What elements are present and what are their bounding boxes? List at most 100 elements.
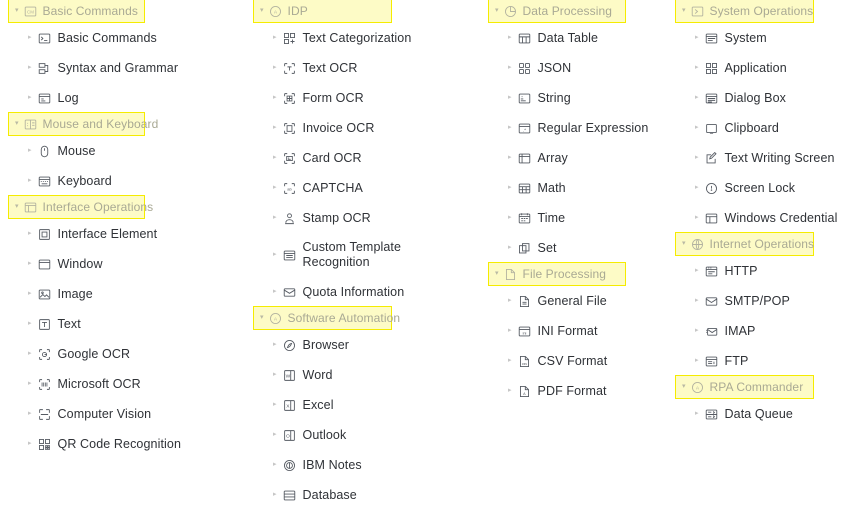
tree-item-regular-expression[interactable]: ▸ .* Regular Expression [488,113,673,143]
tree-item-window[interactable]: ▸ Window [8,249,245,279]
tree-item-log[interactable]: ▸ Log [8,83,245,113]
tree-item-pdf-format[interactable]: ▸ A PDF Format [488,376,673,406]
tree-item-text[interactable]: ▸ Text [8,309,245,339]
tree-group-header-data-processing[interactable]: ▾ Data Processing [488,0,626,23]
chevron-down-icon[interactable]: ▾ [682,7,686,14]
tree-item-csv-format[interactable]: ▸ csv CSV Format [488,346,673,376]
tree-item-ftp[interactable]: ▸ FTP [675,346,845,376]
chevron-right-icon[interactable]: ▸ [273,341,277,348]
tree-group-header-idp[interactable]: ▾ A IDP [253,0,392,23]
chevron-right-icon[interactable]: ▸ [28,147,32,154]
tree-item-json[interactable]: ▸ JSON [488,53,673,83]
chevron-right-icon[interactable]: ▸ [28,290,32,297]
chevron-right-icon[interactable]: ▸ [273,491,277,498]
chevron-right-icon[interactable]: ▸ [508,124,512,131]
chevron-right-icon[interactable]: ▸ [695,297,699,304]
chevron-right-icon[interactable]: ▸ [273,461,277,468]
chevron-right-icon[interactable]: ▸ [273,34,277,41]
chevron-right-icon[interactable]: ▸ [695,357,699,364]
chevron-right-icon[interactable]: ▸ [273,124,277,131]
tree-group-header-interface-operations[interactable]: ▾ Interface Operations [8,195,153,219]
chevron-right-icon[interactable]: ▸ [508,94,512,101]
tree-item-computer-vision[interactable]: ▸ Computer Vision [8,399,245,429]
tree-item-data-queue[interactable]: ▸ Data Queue [675,399,845,429]
chevron-right-icon[interactable]: ▸ [508,154,512,161]
tree-item-database[interactable]: ▸ Database [253,480,485,510]
tree-item-windows-credential[interactable]: ▸ Windows Credential [675,203,845,233]
tree-item-browser[interactable]: ▸ Browser [253,330,485,360]
tree-group-header-internet-operations[interactable]: ▾ Internet Operations [675,232,814,256]
chevron-right-icon[interactable]: ▸ [508,244,512,251]
chevron-right-icon[interactable]: ▸ [273,184,277,191]
tree-item-quota-information[interactable]: ▸ Quota Information [253,277,485,307]
chevron-right-icon[interactable]: ▸ [508,387,512,394]
tree-group-header-rpa-commander[interactable]: ▾ A RPA Commander [675,375,814,399]
chevron-down-icon[interactable]: ▾ [15,120,19,127]
tree-group-header-mouse-and-keyboard[interactable]: ▾ Mouse and Keyboard [8,112,158,136]
tree-item-stamp-ocr[interactable]: ▸ Stamp OCR [253,203,485,233]
tree-item-text-writing-screen[interactable]: ▸ Text Writing Screen [675,143,845,173]
chevron-right-icon[interactable]: ▸ [28,380,32,387]
tree-item-card-ocr[interactable]: ▸ Card OCR [253,143,485,173]
chevron-right-icon[interactable]: ▸ [695,214,699,221]
chevron-down-icon[interactable]: ▾ [260,314,264,321]
tree-item-text-categorization[interactable]: ▸ Text Categorization [253,23,485,53]
tree-group-header-basic-commands[interactable]: ▾ CM Basic Commands [8,0,145,23]
tree-item-word[interactable]: ▸ W Word [253,360,485,390]
chevron-right-icon[interactable]: ▸ [273,64,277,71]
tree-item-outlook[interactable]: ▸ O Outlook [253,420,485,450]
chevron-right-icon[interactable]: ▸ [28,320,32,327]
chevron-right-icon[interactable]: ▸ [273,214,277,221]
chevron-down-icon[interactable]: ▾ [682,240,686,247]
chevron-right-icon[interactable]: ▸ [28,94,32,101]
chevron-right-icon[interactable]: ▸ [508,327,512,334]
tree-item-dialog-box[interactable]: ▸ Dialog Box [675,83,845,113]
chevron-right-icon[interactable]: ▸ [695,184,699,191]
chevron-right-icon[interactable]: ▸ [273,94,277,101]
chevron-right-icon[interactable]: ▸ [695,327,699,334]
chevron-right-icon[interactable]: ▸ [695,410,699,417]
chevron-down-icon[interactable]: ▾ [682,383,686,390]
chevron-right-icon[interactable]: ▸ [508,214,512,221]
tree-item-keyboard[interactable]: ▸ Keyboard [8,166,245,196]
tree-item-screen-lock[interactable]: ▸ Screen Lock [675,173,845,203]
tree-item-interface-element[interactable]: ▸ Interface Element [8,219,245,249]
chevron-right-icon[interactable]: ▸ [273,371,277,378]
tree-item-time[interactable]: ▸ Time [488,203,673,233]
tree-item-excel[interactable]: ▸ X Excel [253,390,485,420]
chevron-right-icon[interactable]: ▸ [273,288,277,295]
chevron-right-icon[interactable]: ▸ [28,440,32,447]
chevron-right-icon[interactable]: ▸ [508,357,512,364]
tree-item-image[interactable]: ▸ Image [8,279,245,309]
chevron-down-icon[interactable]: ▾ [495,7,499,14]
chevron-right-icon[interactable]: ▸ [695,124,699,131]
tree-item-http[interactable]: ▸ HTTP [675,256,845,286]
tree-item-text-ocr[interactable]: ▸ Text OCR [253,53,485,83]
tree-item-smtp-pop[interactable]: ▸ SMTP/POP [675,286,845,316]
tree-item-ibm-notes[interactable]: ▸ IBM Notes [253,450,485,480]
chevron-right-icon[interactable]: ▸ [28,230,32,237]
chevron-right-icon[interactable]: ▸ [508,184,512,191]
chevron-down-icon[interactable]: ▾ [15,7,19,14]
chevron-right-icon[interactable]: ▸ [273,251,277,258]
tree-item-form-ocr[interactable]: ▸ Form OCR [253,83,485,113]
chevron-down-icon[interactable]: ▾ [260,7,264,14]
tree-item-invoice-ocr[interactable]: ▸ Invoice OCR [253,113,485,143]
chevron-down-icon[interactable]: ▾ [15,203,19,210]
tree-item-microsoft-ocr[interactable]: ▸ Microsoft OCR [8,369,245,399]
tree-item-ini-format[interactable]: ▸ ini INI Format [488,316,673,346]
tree-item-google-ocr[interactable]: ▸ Google OCR [8,339,245,369]
chevron-right-icon[interactable]: ▸ [273,431,277,438]
chevron-right-icon[interactable]: ▸ [695,267,699,274]
tree-item-mouse[interactable]: ▸ Mouse [8,136,245,166]
tree-item-data-table[interactable]: ▸ Data Table [488,23,673,53]
tree-item-general-file[interactable]: ▸ General File [488,286,673,316]
chevron-right-icon[interactable]: ▸ [28,350,32,357]
chevron-right-icon[interactable]: ▸ [28,64,32,71]
tree-item-array[interactable]: ▸ Array [488,143,673,173]
tree-item-imap[interactable]: ▸ IMAP [675,316,845,346]
chevron-right-icon[interactable]: ▸ [28,410,32,417]
chevron-right-icon[interactable]: ▸ [273,154,277,161]
tree-item-syntax-and-grammar[interactable]: ▸ Syntax and Grammar [8,53,245,83]
chevron-right-icon[interactable]: ▸ [695,64,699,71]
